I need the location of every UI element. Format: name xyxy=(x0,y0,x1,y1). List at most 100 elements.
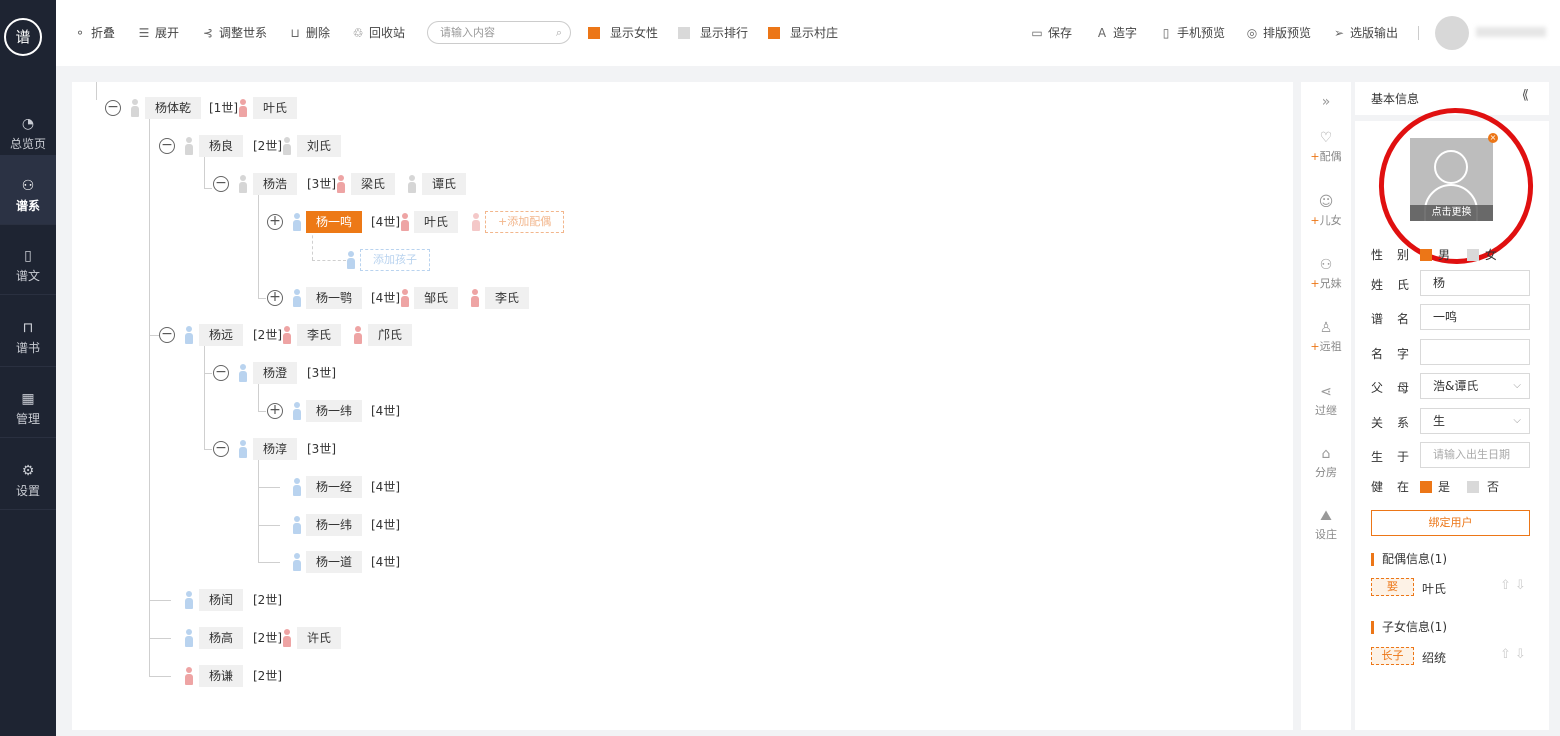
birth-date-field[interactable]: 请输入出生日期 xyxy=(1420,442,1530,468)
app-logo[interactable]: 谱 xyxy=(4,18,42,56)
recycle-bin-button[interactable]: ♲ 回收站 xyxy=(351,24,405,42)
add-sibling-action[interactable]: ⚇ +兄妹 xyxy=(1301,257,1351,291)
collapse-toggle[interactable]: − xyxy=(159,138,175,154)
save-button[interactable]: ▭ 保存 xyxy=(1030,24,1072,42)
spouse-node[interactable]: 许氏 xyxy=(297,627,342,649)
collapse-toggle[interactable]: − xyxy=(213,441,229,457)
checkbox-unchecked[interactable] xyxy=(1467,481,1479,493)
ancestor-icon: ♙ xyxy=(1319,320,1333,336)
add-spouse-action[interactable]: ♡ +配偶 xyxy=(1301,130,1351,164)
add-ancestor-action[interactable]: ♙ +远祖 xyxy=(1301,320,1351,354)
show-village-checkbox[interactable]: 显示村庄 xyxy=(768,24,838,42)
person-node[interactable]: 杨一纬 xyxy=(306,400,363,422)
person-node[interactable]: 杨淳 xyxy=(253,438,298,460)
gender-female-option[interactable]: 女 xyxy=(1467,246,1497,263)
landscape-icon: ⛰ xyxy=(1320,508,1332,524)
collapse-toggle[interactable]: − xyxy=(105,100,121,116)
collapse-toggle[interactable]: − xyxy=(159,327,175,343)
generation-label: [2世] xyxy=(253,631,282,645)
sidebar-item-book[interactable]: ⊓ 谱书 xyxy=(0,297,56,367)
checkbox-checked[interactable] xyxy=(588,27,600,39)
alive-no-option[interactable]: 否 xyxy=(1467,478,1499,495)
collapse-panel-icon[interactable]: ⟪ xyxy=(1522,88,1529,103)
male-figure-icon xyxy=(293,553,301,571)
pu-name-field[interactable]: 一鸣 xyxy=(1420,304,1530,330)
person-node[interactable]: 杨一鹗 xyxy=(306,287,363,309)
person-node[interactable]: 杨谦 xyxy=(199,665,244,687)
given-name-field[interactable] xyxy=(1420,339,1530,365)
radio-checked[interactable] xyxy=(1420,249,1432,261)
sidebar-item-settings[interactable]: ⚙ 设置 xyxy=(0,440,56,510)
fold-button[interactable]: ⚬ 折叠 xyxy=(73,24,115,42)
person-node[interactable]: 杨远 xyxy=(199,324,244,346)
search-icon[interactable]: ⌕ xyxy=(556,22,562,43)
person-node[interactable]: 杨一纬 xyxy=(306,514,363,536)
spouse-node[interactable]: 刘氏 xyxy=(297,135,342,157)
child-relation-tag[interactable]: 长子 xyxy=(1371,647,1414,665)
checkbox-checked[interactable] xyxy=(1420,481,1432,493)
checkbox-unchecked[interactable] xyxy=(678,27,690,39)
mobile-preview-button[interactable]: ▯ 手机预览 xyxy=(1159,24,1225,42)
relation-select[interactable]: 生 ⌵ xyxy=(1420,408,1530,434)
show-rank-checkbox[interactable]: 显示排行 xyxy=(678,24,748,42)
gender-male-option[interactable]: 男 xyxy=(1420,246,1450,263)
collapse-toggle[interactable]: − xyxy=(213,176,229,192)
make-char-button[interactable]: A 造字 xyxy=(1095,24,1137,42)
show-female-checkbox[interactable]: 显示女性 xyxy=(588,24,658,42)
person-node[interactable]: 杨体乾 xyxy=(145,97,202,119)
spouse-node[interactable]: 李氏 xyxy=(297,324,342,346)
add-spouse-button[interactable]: +添加配偶 xyxy=(485,211,565,233)
sidebar-item-texts[interactable]: ▯ 谱文 xyxy=(0,225,56,295)
toolbar-divider xyxy=(1418,26,1419,40)
spouse-node[interactable]: 梁氏 xyxy=(351,173,396,195)
lineage-tree-canvas[interactable]: − 杨体乾 [1世] 叶氏 − 杨良 [2世] 刘氏 − 杨浩 [3世] 梁氏 … xyxy=(72,82,1293,730)
spouse-node[interactable]: 邝氏 xyxy=(368,324,413,346)
child-name[interactable]: 绍统 xyxy=(1422,649,1446,666)
parents-select[interactable]: 浩&谭氏 ⌵ xyxy=(1420,373,1530,399)
collapse-toggle[interactable]: − xyxy=(213,365,229,381)
expand-toggle[interactable]: + xyxy=(267,214,283,230)
spouse-relation-tag[interactable]: 娶 xyxy=(1371,578,1414,596)
checkbox-checked[interactable] xyxy=(768,27,780,39)
expand-toggle[interactable]: + xyxy=(267,290,283,306)
layout-preview-button[interactable]: ◎ 排版预览 xyxy=(1245,24,1311,42)
surname-field[interactable]: 杨 xyxy=(1420,270,1530,296)
person-node[interactable]: 杨浩 xyxy=(253,173,298,195)
user-avatar[interactable] xyxy=(1435,16,1469,50)
spouse-node[interactable]: 叶氏 xyxy=(253,97,298,119)
person-node[interactable]: 杨一道 xyxy=(306,551,363,573)
person-node[interactable]: 杨一经 xyxy=(306,476,363,498)
sidebar-item-overview[interactable]: ◔ 总览页 xyxy=(0,93,56,163)
add-child-button[interactable]: 添加孩子 xyxy=(360,249,430,271)
person-node[interactable]: 杨闰 xyxy=(199,589,244,611)
person-node-selected[interactable]: 杨一鸣 xyxy=(306,211,363,233)
add-child-action[interactable]: ☺ +儿女 xyxy=(1301,194,1351,228)
branch-house-action[interactable]: ⌂ 分房 xyxy=(1301,446,1351,480)
expand-panel-button[interactable]: » xyxy=(1301,94,1351,112)
spouse-node[interactable]: 谭氏 xyxy=(422,173,467,195)
sidebar-item-manage[interactable]: ▦ 管理 xyxy=(0,368,56,438)
adjust-lineage-button[interactable]: ⊰ 调整世系 xyxy=(201,24,267,42)
male-figure-icon xyxy=(239,440,247,458)
delete-button[interactable]: ⊔ 删除 xyxy=(288,24,330,42)
export-button[interactable]: ➢ 选版输出 xyxy=(1332,24,1398,42)
person-node[interactable]: 杨高 xyxy=(199,627,244,649)
expand-button[interactable]: ☰ 展开 xyxy=(137,24,179,42)
bind-user-button[interactable]: 绑定用户 xyxy=(1371,510,1530,536)
spouse-node[interactable]: 叶氏 xyxy=(414,211,459,233)
reorder-arrows-icon[interactable]: ⇧⇩ xyxy=(1500,578,1530,593)
spouse-node[interactable]: 邹氏 xyxy=(414,287,459,309)
reorder-arrows-icon[interactable]: ⇧⇩ xyxy=(1500,647,1530,662)
search-input[interactable]: 请输入内容 ⌕ xyxy=(427,21,571,44)
spouse-node[interactable]: 李氏 xyxy=(485,287,530,309)
person-node[interactable]: 杨良 xyxy=(199,135,244,157)
sidebar-item-lineage[interactable]: ⚇ 谱系 xyxy=(0,155,56,225)
set-village-action[interactable]: ⛰ 设庄 xyxy=(1301,508,1351,542)
radio-unchecked[interactable] xyxy=(1467,249,1479,261)
adoption-action[interactable]: ⋖ 过继 xyxy=(1301,384,1351,418)
alive-label: 健在 xyxy=(1371,480,1424,494)
person-node[interactable]: 杨澄 xyxy=(253,362,298,384)
alive-yes-option[interactable]: 是 xyxy=(1420,478,1450,495)
expand-toggle[interactable]: + xyxy=(267,403,283,419)
spouse-name[interactable]: 叶氏 xyxy=(1422,580,1446,597)
